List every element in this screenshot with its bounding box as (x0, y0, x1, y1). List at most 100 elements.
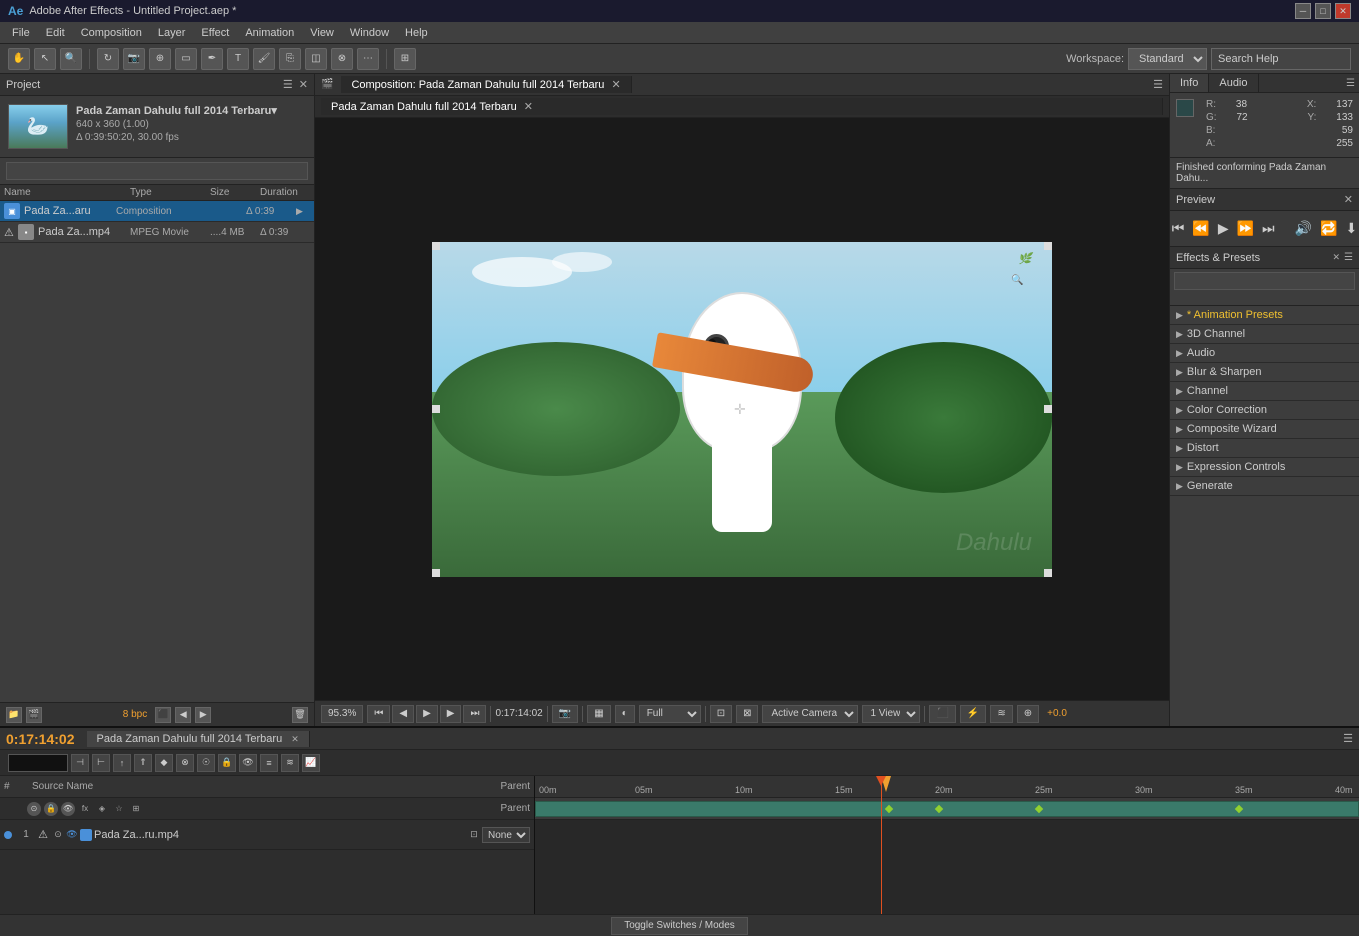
project-panel-menu[interactable]: ☰ (283, 78, 293, 91)
tool-roto[interactable]: ⊗ (331, 48, 353, 70)
vc-first-frame[interactable]: ⏮ (367, 705, 390, 723)
tool-puppet[interactable]: ⋯ (357, 48, 379, 70)
effects-panel-close[interactable]: ✕ (1332, 252, 1340, 263)
project-item-0[interactable]: ▣ Pada Za...aru Composition Δ 0:39 ▶ (0, 201, 314, 222)
viewer-tab[interactable]: Pada Zaman Dahulu full 2014 Terbaru ✕ (321, 98, 1163, 115)
tool-select[interactable]: ↖ (34, 48, 56, 70)
tl-blend[interactable]: ⊗ (176, 754, 194, 772)
preview-panel-close[interactable]: ✕ (1344, 193, 1353, 206)
tl-lift[interactable]: ↑ (113, 754, 131, 772)
menu-layer[interactable]: Layer (150, 25, 194, 41)
tool-eraser[interactable]: ◫ (305, 48, 327, 70)
project-item-1[interactable]: ⚠ ▪ Pada Za...mp4 MPEG Movie ....4 MB Δ … (0, 222, 314, 243)
tool-clone[interactable]: ⎘ (279, 48, 301, 70)
timeline-search-input[interactable] (8, 754, 68, 772)
vc-fast-preview[interactable]: ⚡ (960, 705, 986, 723)
comp-header-menu[interactable]: ☰ (1153, 78, 1163, 91)
menu-file[interactable]: File (4, 25, 38, 41)
menu-help[interactable]: Help (397, 25, 436, 41)
tl-out-point[interactable]: ⊢ (92, 754, 110, 772)
vc-safe-zones[interactable]: ⊠ (736, 705, 758, 723)
tool-rotate[interactable]: ↻ (97, 48, 119, 70)
vc-view-select[interactable]: 1 View (862, 705, 920, 723)
vc-last-frame[interactable]: ⏭ (463, 705, 486, 723)
prev-audio[interactable]: 🔊 (1293, 218, 1314, 239)
layer-visibility-1[interactable]: 👁 (66, 829, 78, 841)
effects-search-input[interactable] (1174, 272, 1355, 290)
new-folder-button[interactable]: 📁 (6, 707, 22, 723)
menu-view[interactable]: View (302, 25, 342, 41)
menu-animation[interactable]: Animation (237, 25, 302, 41)
tab-info[interactable]: Info (1170, 74, 1209, 92)
menu-effect[interactable]: Effect (193, 25, 237, 41)
col-header-name[interactable]: Name (4, 187, 116, 198)
handle-br[interactable] (1044, 569, 1052, 577)
vc-camera-select[interactable]: Active Camera (762, 705, 858, 723)
vc-render-btn[interactable]: ⬛ (929, 705, 955, 723)
menu-edit[interactable]: Edit (38, 25, 73, 41)
layer-parent-select-1[interactable]: None (482, 827, 530, 843)
tl-lock[interactable]: 🔒 (218, 754, 236, 772)
tl-graph-editor[interactable]: 📈 (302, 754, 320, 772)
timeline-menu[interactable]: ☰ (1343, 733, 1353, 745)
minimize-button[interactable]: ─ (1295, 3, 1311, 19)
prev-forward[interactable]: ⏩ (1235, 218, 1256, 239)
prev-loop[interactable]: 🔁 (1318, 218, 1339, 239)
vc-transparency[interactable]: ▦ (587, 705, 610, 723)
vc-quality-select[interactable]: Full Half Quarter (639, 705, 701, 723)
effect-audio[interactable]: ▶ Audio (1170, 344, 1359, 363)
handle-ml[interactable] (432, 405, 440, 413)
effect-animation-presets[interactable]: ▶ * Animation Presets (1170, 306, 1359, 325)
effect-composite-wizard[interactable]: ▶ Composite Wizard (1170, 420, 1359, 439)
effect-distort[interactable]: ▶ Distort (1170, 439, 1359, 458)
color-depth-button[interactable]: ⬛ (155, 707, 171, 723)
title-bar-controls[interactable]: ─ □ ✕ (1295, 3, 1351, 19)
next-arrow[interactable]: ▶ (195, 707, 211, 723)
menu-window[interactable]: Window (342, 25, 397, 41)
tl-frame-blend[interactable]: ≡ (260, 754, 278, 772)
project-panel-close[interactable]: ✕ (299, 78, 308, 91)
vc-toggle[interactable]: ◐ (615, 705, 635, 723)
maximize-button[interactable]: □ (1315, 3, 1331, 19)
tool-extra[interactable]: ⊞ (394, 48, 416, 70)
prev-back[interactable]: ⏪ (1190, 218, 1211, 239)
vc-play[interactable]: ▶ (416, 705, 438, 723)
tool-shape[interactable]: ▭ (175, 48, 197, 70)
composition-viewer[interactable]: 🌿 Dahulu ✛ (315, 118, 1169, 700)
effect-generate[interactable]: ▶ Generate (1170, 477, 1359, 496)
vc-motion-blur[interactable]: ≋ (990, 705, 1012, 723)
vc-roi[interactable]: ⊡ (710, 705, 732, 723)
handle-tl[interactable] (432, 242, 440, 250)
handle-bl[interactable] (432, 569, 440, 577)
tool-hand[interactable]: ✋ (8, 48, 30, 70)
tl-extract[interactable]: ⇑ (134, 754, 152, 772)
effect-3d-channel[interactable]: ▶ 3D Channel (1170, 325, 1359, 344)
tab-audio[interactable]: Audio (1209, 74, 1258, 92)
toggle-switches-button[interactable]: Toggle Switches / Modes (611, 917, 748, 935)
new-comp-button[interactable]: 🎬 (26, 707, 42, 723)
timeline-tab-close[interactable]: ✕ (291, 734, 299, 744)
effects-panel-menu[interactable]: ☰ (1344, 252, 1353, 263)
tool-pen[interactable]: ✒ (201, 48, 223, 70)
search-input[interactable] (1211, 48, 1351, 70)
layer-row-1[interactable]: 1 ⚠ ⊙ 👁 Pada Za...ru.mp4 ⊡ None (0, 820, 534, 850)
vc-prev-frame[interactable]: ◀ (392, 705, 414, 723)
menu-composition[interactable]: Composition (73, 25, 150, 41)
tool-text[interactable]: T (227, 48, 249, 70)
close-button[interactable]: ✕ (1335, 3, 1351, 19)
composition-tab[interactable]: Composition: Pada Zaman Dahulu full 2014… (341, 76, 631, 93)
prev-download[interactable]: ⬇ (1344, 218, 1359, 239)
tl-in-point[interactable]: ⊣ (71, 754, 89, 772)
effect-channel[interactable]: ▶ Channel (1170, 382, 1359, 401)
vc-next-frame[interactable]: ▶ (440, 705, 462, 723)
prev-arrow[interactable]: ◀ (175, 707, 191, 723)
tl-hide-shy[interactable]: 👁 (239, 754, 257, 772)
tool-brush[interactable]: 🖌 (253, 48, 275, 70)
effect-expression-controls[interactable]: ▶ Expression Controls (1170, 458, 1359, 477)
comp-tab-close[interactable]: ✕ (611, 79, 620, 91)
vc-snapshot[interactable]: 📷 (552, 705, 578, 723)
handle-mr[interactable] (1044, 405, 1052, 413)
delete-button[interactable]: 🗑 (292, 707, 308, 723)
effect-blur-sharpen[interactable]: ▶ Blur & Sharpen (1170, 363, 1359, 382)
tl-motion-blur[interactable]: ≋ (281, 754, 299, 772)
